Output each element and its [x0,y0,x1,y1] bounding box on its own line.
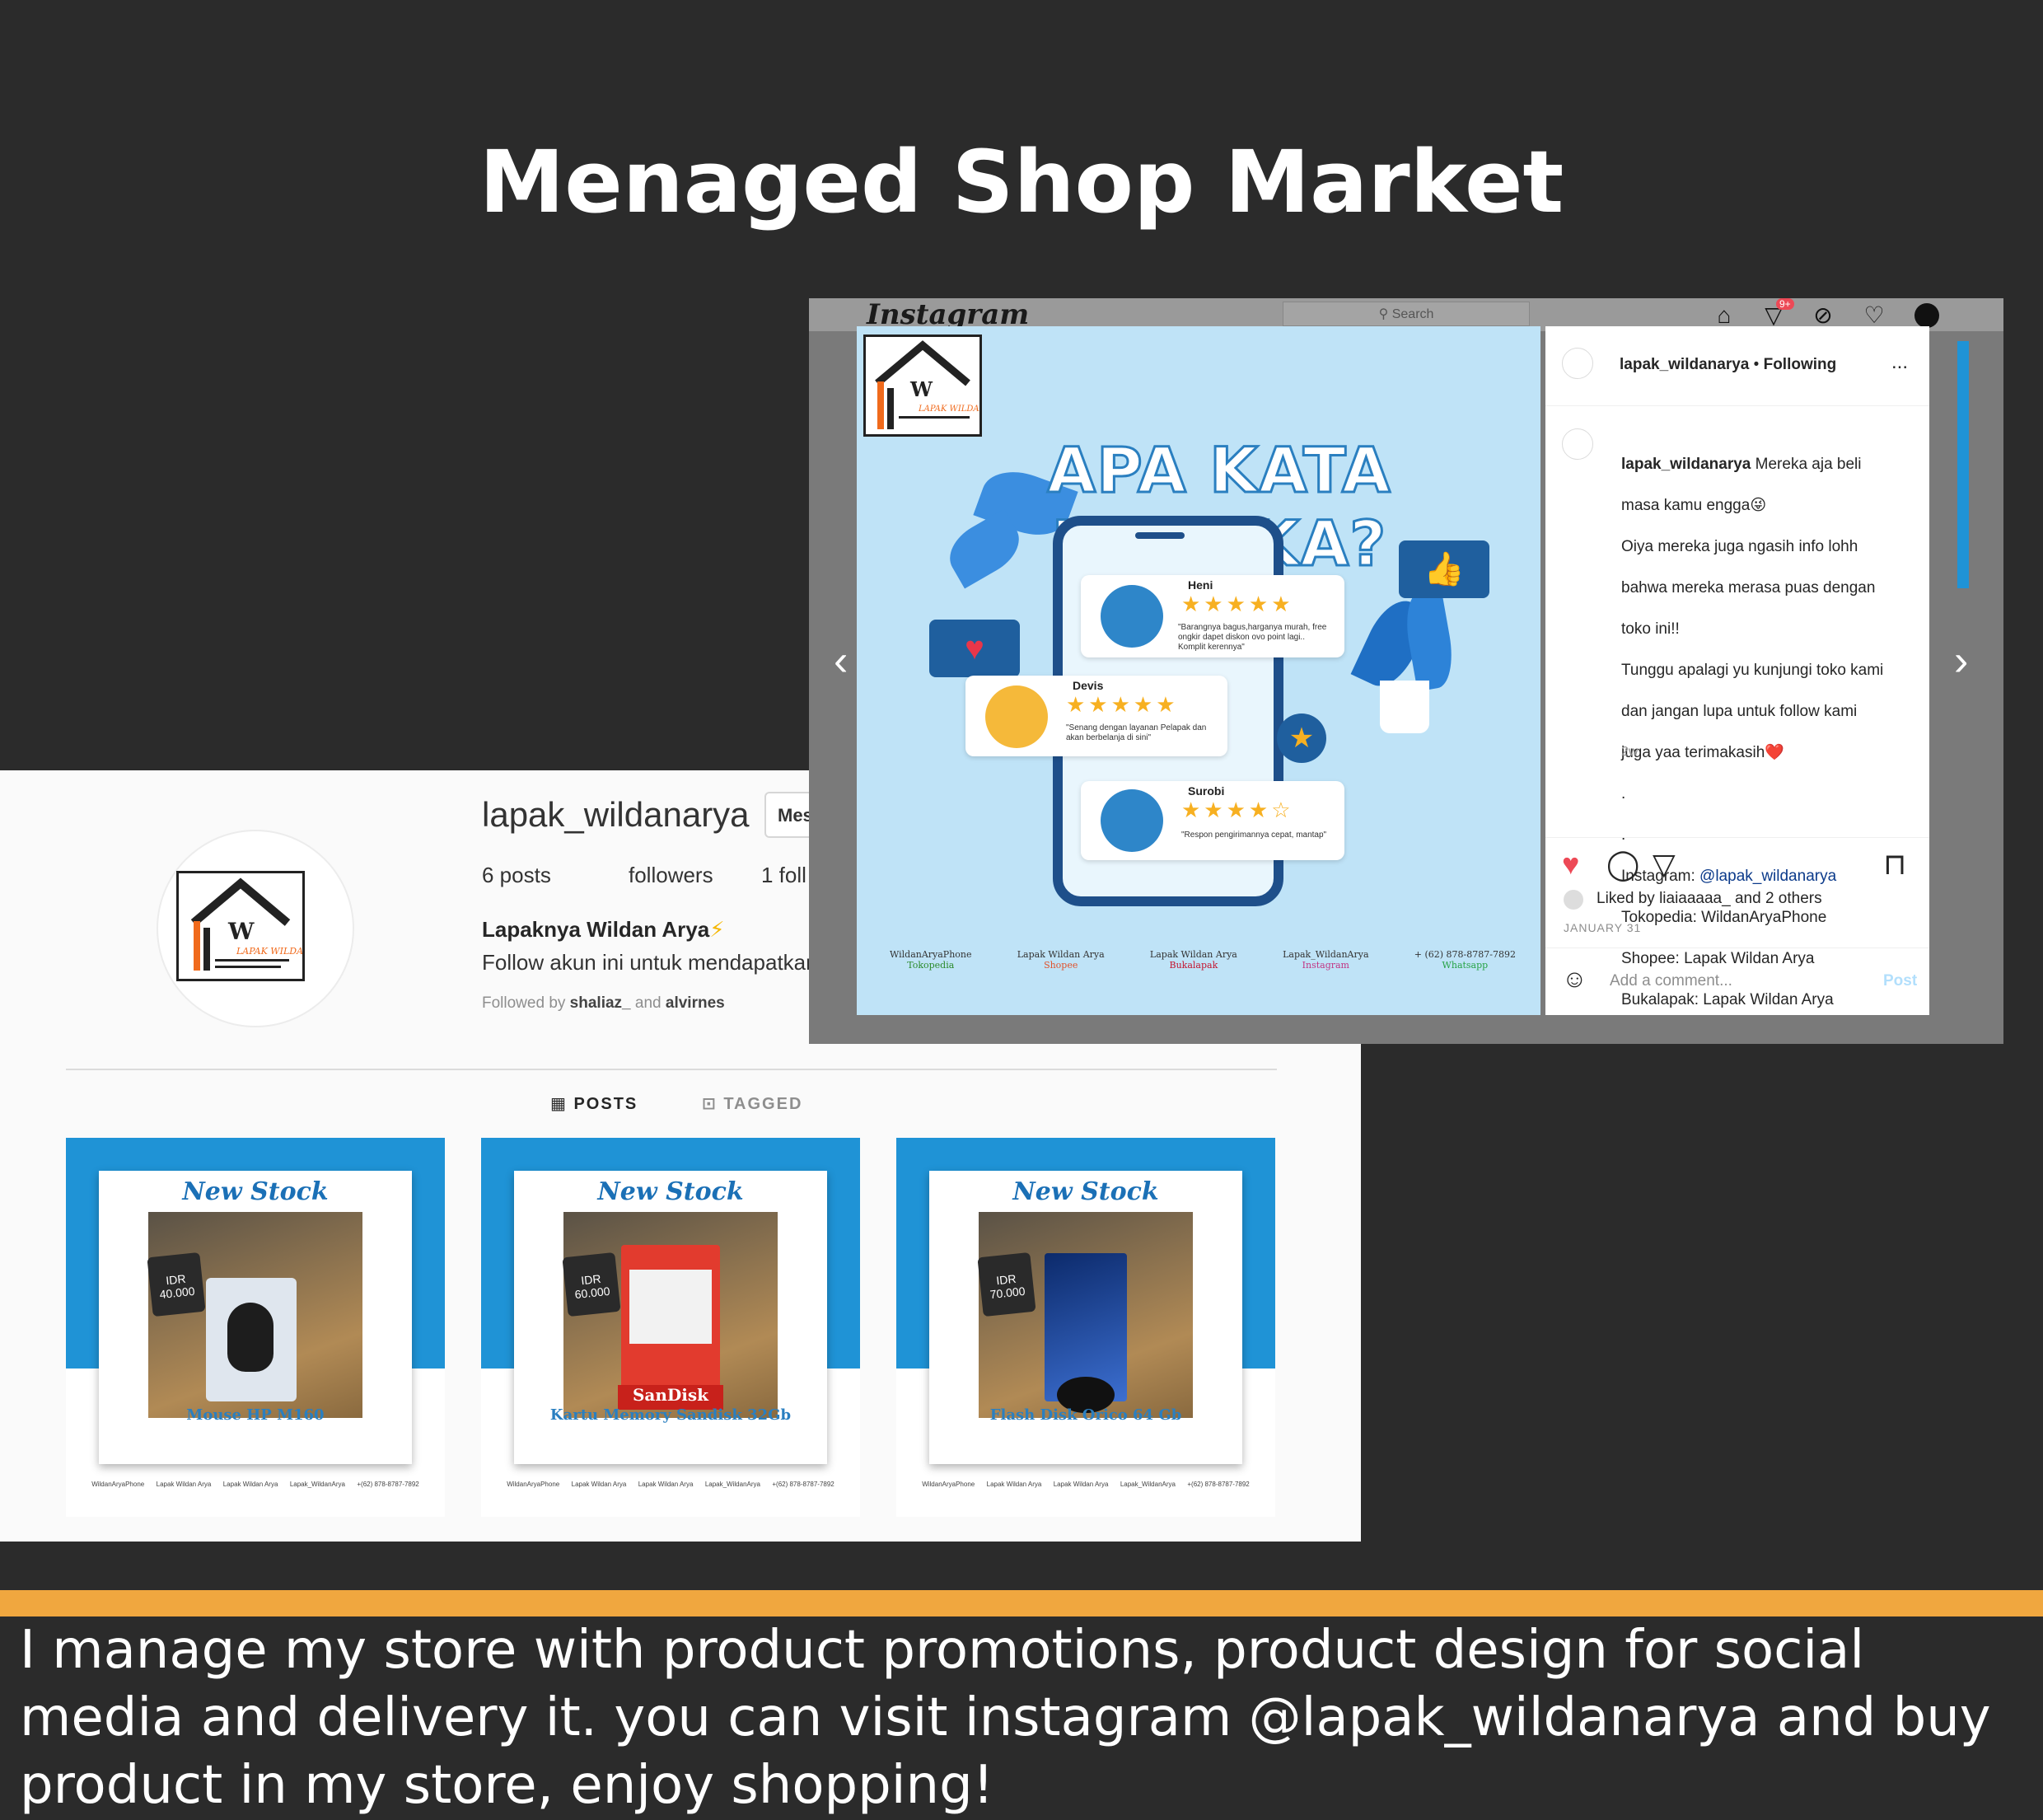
bio-name: Lapaknya Wildan Arya⚡ [482,917,725,942]
followed-by[interactable]: Followed by shaliaz_ and alvirnes [482,994,725,1013]
thumbs-up-bubble: 👍 [1399,540,1489,598]
product-photo [148,1212,362,1418]
tag-icon: ⊡ [702,1095,718,1113]
mouse-icon [227,1303,273,1372]
post-image: W LAPAK WILDAN ARYA APA KATA MEREKA? ♥ 👍… [857,326,1540,1015]
svg-text:W: W [909,377,933,401]
svg-text:W: W [227,918,255,945]
post-button[interactable]: Post [1883,972,1917,990]
review-card: Devis ★★★★★ "Senang dengan layanan Pelap… [965,676,1227,756]
search-icon: ⚲ [1378,307,1389,321]
more-options-icon[interactable]: ... [1891,351,1908,374]
instagram-link[interactable]: @lapak_wildanarya [1699,868,1836,885]
avatar [1564,890,1583,910]
grid-icon: ▦ [550,1095,568,1113]
post-heading: New Stock [1012,1177,1159,1206]
page-title: Menaged Shop Market [479,132,1564,232]
post-date: JANUARY 31 [1564,921,1642,934]
price-tag: IDR 70.000 [977,1252,1036,1317]
like-icon[interactable]: ♥ [1562,847,1579,882]
following-count[interactable]: 1 foll [761,863,806,888]
plant-pot [1380,681,1429,733]
description-text: I manage my store with product promotion… [20,1620,1991,1816]
post-side-panel: lapak_wildanarya • Following ... lapak_w… [1545,326,1929,1015]
heart-bubble: ♥ [929,620,1020,677]
bookmark-icon[interactable]: ⊓ [1883,847,1906,882]
search-input[interactable]: ⚲ Search [1283,302,1530,326]
posts-count: 6 posts [482,863,551,887]
post-heading: New Stock [182,1177,329,1206]
star-icon: ★ [1277,713,1326,763]
post-caption: lapak_wildanarya Mereka aja beli masa ka… [1621,456,1884,1008]
heart-icon: ♥ [965,630,984,667]
profile-avatar[interactable]: W LAPAK WILDAN ARYA [157,830,354,1027]
rating-stars: ★★★★★ [1066,692,1179,717]
lightning-icon: ⚡ [709,917,725,942]
comment-input[interactable]: Add a comment... [1610,972,1732,990]
post-time: 2w [1621,745,1639,759]
logo-text: LAPAK WILDAN ARYA [918,405,979,414]
tab-divider [66,1069,1277,1070]
post-footer: WildanAryaPhone Lapak Wildan Arya Lapak Wi… [922,1481,1250,1488]
bio-text: Follow akun ini untuk mendapatkan [482,950,818,975]
chevron-left-icon[interactable]: ‹ [834,636,848,685]
share-icon[interactable]: ▽ [1653,847,1676,882]
rating-stars: ★★★★☆ [1181,798,1294,822]
post-caption: Mouse HP M160 [186,1406,325,1424]
heart-icon[interactable]: ♡ [1860,302,1888,330]
product-photo [979,1212,1193,1418]
home-icon[interactable]: ⌂ [1710,302,1738,330]
thumbs-up-icon: 👍 [1424,551,1465,587]
avatar[interactable] [1562,428,1593,460]
post-thumbnail[interactable]: New Stock IDR 40.000 Mouse HP M160 Wildan… [66,1138,445,1517]
store-logo: W LAPAK WILDAN ARYA [863,335,1012,437]
liked-by[interactable]: Liked by liaiaaaaa_ and 2 others [1597,890,1822,908]
image-footer: WildanAryaPhone Tokopedia Lapak Wildan Ar… [890,949,1516,971]
tab-posts[interactable]: ▦ POSTS [550,1093,638,1114]
post-footer: WildanAryaPhone Lapak Wildan Arya Lapak Wi… [91,1481,419,1488]
post-thumbnail[interactable]: New Stock IDR 70.000 Flash Disk Orico 64 … [896,1138,1275,1517]
post-header[interactable]: lapak_wildanarya • Following [1620,356,1836,374]
followers-count[interactable]: followers [629,863,713,888]
accent-bar [0,1590,2043,1616]
post-caption: Flash Disk Orico 64 Gb [989,1406,1182,1424]
instagram-window: Instagram ⚲ Search ⌂ ▽ 9+ ⊘ ♡ ‹ › W LAPA… [809,298,2003,1044]
notification-badge: 9+ [1776,298,1794,310]
explore-icon[interactable]: ⊘ [1809,302,1837,330]
logo-text: LAPAK WILDAN ARYA [236,946,302,957]
comment-icon[interactable]: ◯ [1606,847,1639,882]
rating-stars: ★★★★★ [1181,592,1294,616]
review-card: Surobi ★★★★☆ "Respon pengirimannya cepat… [1081,781,1344,860]
tab-tagged[interactable]: ⊡ TAGGED [702,1093,802,1114]
emoji-icon[interactable]: ☺ [1562,966,1587,994]
post-heading: New Stock [597,1177,744,1206]
chevron-right-icon[interactable]: › [1954,636,1968,685]
post-thumbnail[interactable]: New Stock SanDisk IDR 60.000 Kartu Memory… [481,1138,860,1517]
post-caption: Kartu Memory Sandisk 32Gb [549,1406,792,1424]
avatar[interactable] [1562,348,1593,379]
post-footer: WildanAryaPhone Lapak Wildan Arya Lapak Wi… [507,1481,834,1488]
store-logo: W LAPAK WILDAN ARYA [176,871,339,981]
price-tag: IDR 40.000 [147,1252,206,1317]
product-photo: SanDisk [563,1212,778,1418]
divider [1545,405,1929,406]
price-tag: IDR 60.000 [562,1252,621,1317]
avatar[interactable] [1914,303,1939,328]
profile-username: lapak_wildanarya [482,795,750,834]
divider [1545,837,1929,838]
review-card: Heni ★★★★★ "Barangnya bagus,harganya mur… [1081,575,1344,657]
background-post-edge [1957,341,1969,588]
divider [1545,947,1929,948]
